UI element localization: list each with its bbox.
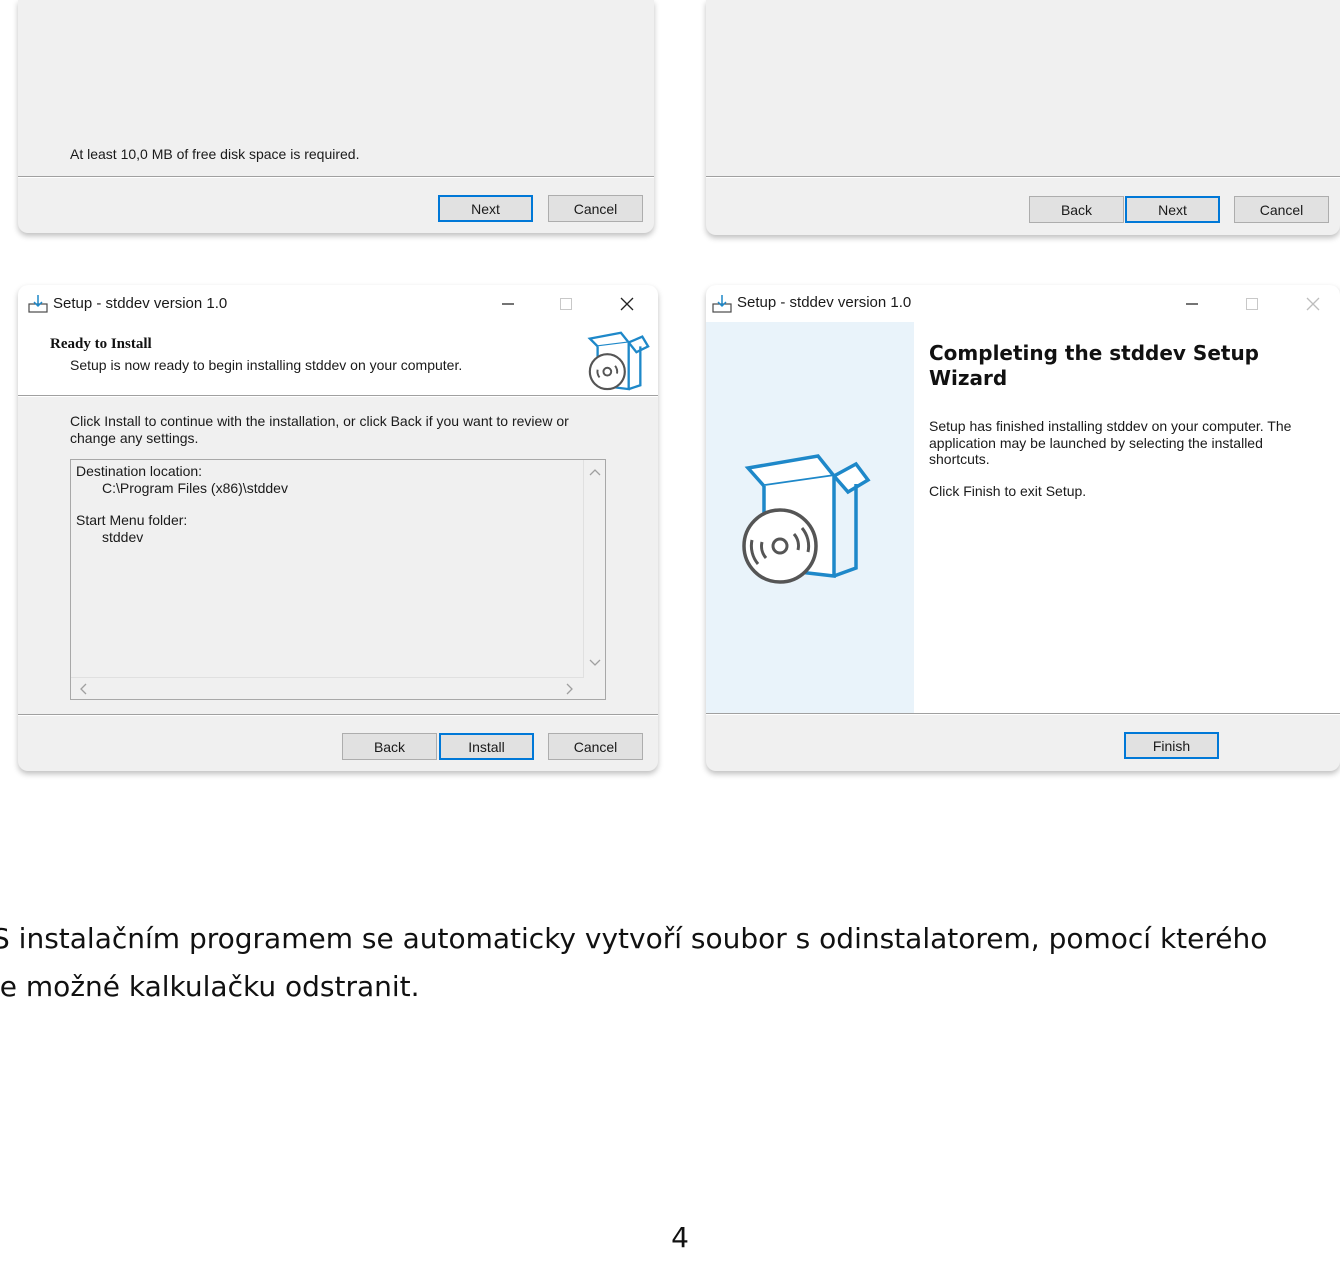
setup-box-icon <box>742 454 871 584</box>
next-button[interactable]: Next <box>438 195 533 222</box>
wizard-header: Ready to Install Setup is now ready to b… <box>18 323 658 395</box>
close-icon[interactable] <box>613 291 641 317</box>
button-separator <box>18 714 658 716</box>
page-heading: Ready to Install <box>50 336 152 352</box>
back-button[interactable]: Back <box>1029 196 1124 223</box>
scroll-down-icon[interactable] <box>589 659 601 667</box>
back-button[interactable]: Back <box>342 733 437 760</box>
wizard-content: Completing the stddev Setup Wizard Setup… <box>914 322 1340 713</box>
window-title: Setup - stddev version 1.0 <box>737 294 912 311</box>
caption-line-1: S instalačním programem se automaticky v… <box>0 922 1268 955</box>
memo-start-menu-label: Start Menu folder: <box>76 512 188 528</box>
wizard-sidebar <box>706 322 914 713</box>
completing-heading: Completing the stddev Setup Wizard <box>929 341 1259 390</box>
install-button[interactable]: Install <box>439 733 534 760</box>
vertical-scrollbar[interactable] <box>583 460 605 677</box>
memo-destination-label: Destination location: <box>76 463 203 479</box>
next-button[interactable]: Next <box>1125 196 1220 223</box>
setup-window-disk-space: At least 10,0 MB of free disk space is r… <box>18 0 654 233</box>
button-separator <box>706 176 1340 178</box>
ready-memo-box[interactable]: Destination location: C:\Program Files (… <box>70 459 606 700</box>
close-icon[interactable] <box>1299 291 1327 317</box>
cancel-button[interactable]: Cancel <box>548 733 643 760</box>
button-separator <box>18 176 654 178</box>
scroll-right-icon[interactable] <box>566 683 574 695</box>
setup-box-icon <box>587 331 650 391</box>
window-title: Setup - stddev version 1.0 <box>53 295 228 312</box>
title-bar[interactable]: Setup - stddev version 1.0 <box>706 285 1340 323</box>
minimize-icon[interactable] <box>494 291 522 317</box>
cancel-button[interactable]: Cancel <box>548 195 643 222</box>
setup-app-icon <box>712 295 732 313</box>
setup-app-icon <box>28 295 48 313</box>
horizontal-scrollbar[interactable] <box>71 677 584 699</box>
button-separator <box>706 713 1340 715</box>
maximize-icon[interactable] <box>552 291 580 317</box>
disk-space-text: At least 10,0 MB of free disk space is r… <box>70 146 360 162</box>
memo-start-menu-value: stddev <box>102 529 144 545</box>
page-subheading: Setup is now ready to begin installing s… <box>70 357 463 373</box>
install-instruction: Click Install to continue with the insta… <box>70 413 569 446</box>
scroll-left-icon[interactable] <box>79 683 87 695</box>
cancel-button[interactable]: Cancel <box>1234 196 1329 223</box>
caption-line-2: je možné kalkulačku odstranit. <box>0 970 420 1003</box>
finished-text: Setup has finished installing stddev on … <box>929 418 1292 467</box>
finish-button[interactable]: Finish <box>1124 732 1219 759</box>
header-separator <box>18 395 658 397</box>
memo-destination-value: C:\Program Files (x86)\stddev <box>102 480 288 496</box>
setup-window-ready-to-install: Setup - stddev version 1.0 Ready to Inst… <box>18 285 658 771</box>
setup-window-completing: Setup - stddev version 1.0 Completing th… <box>706 285 1340 771</box>
maximize-icon[interactable] <box>1238 291 1266 317</box>
scroll-up-icon[interactable] <box>589 468 601 476</box>
minimize-icon[interactable] <box>1178 291 1206 317</box>
exit-text: Click Finish to exit Setup. <box>929 483 1087 499</box>
setup-window-options: Back Next Cancel <box>706 0 1340 235</box>
title-bar[interactable]: Setup - stddev version 1.0 <box>18 285 658 323</box>
page-number: 4 <box>671 1221 689 1254</box>
